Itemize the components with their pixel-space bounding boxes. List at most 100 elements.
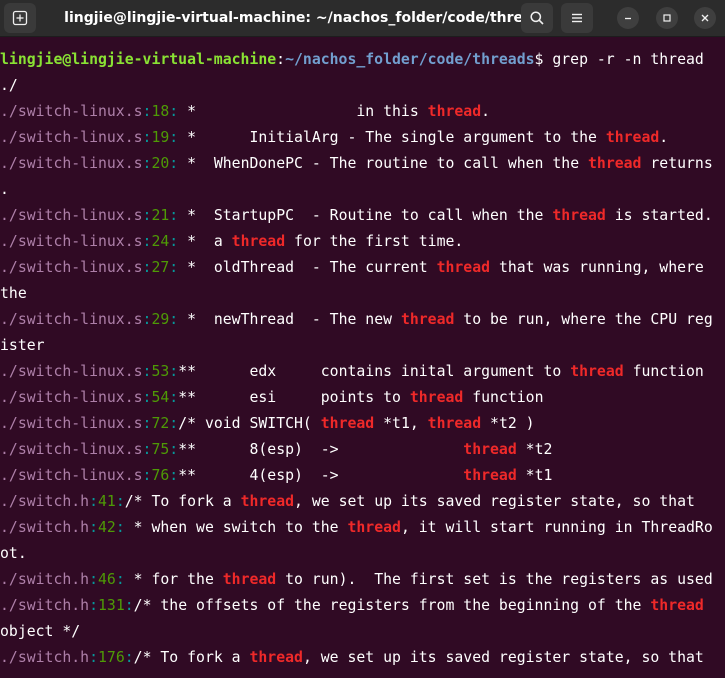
minimize-icon [625, 17, 631, 20]
output-text: *t1, [374, 415, 428, 432]
terminal-output[interactable]: lingjie@lingjie-virtual-machine:~/nachos… [0, 47, 725, 678]
prompt-user: lingjie@lingjie-virtual-machine [0, 51, 277, 68]
output-text: object */ [0, 623, 81, 640]
terminal-line: ot. [0, 541, 725, 567]
output-text: . [659, 129, 669, 146]
line-number: 176 [98, 649, 125, 666]
line-number: 72 [151, 415, 170, 432]
terminal-line: ./switch-linux.s:21: * StartupPC - Routi… [0, 203, 725, 229]
line-number: 54 [151, 389, 170, 406]
output-text: that was running, where [490, 259, 704, 276]
terminal-line: the [0, 281, 725, 307]
match-filename: ./switch-linux.s [0, 129, 143, 146]
separator: : [89, 571, 99, 588]
terminal-window: lingjie@lingjie-virtual-machine: ~/nacho… [0, 0, 725, 678]
line-number: 21 [151, 207, 170, 224]
separator: : [115, 571, 125, 588]
output-text: . [0, 181, 9, 198]
close-button[interactable] [694, 7, 716, 29]
output-text: /* To fork a [133, 649, 250, 666]
match-highlight: thread [463, 441, 517, 458]
match-highlight: thread [409, 389, 464, 406]
separator: : [124, 597, 134, 614]
output-text: , it will start running in ThreadRo [400, 519, 713, 536]
output-text: /* void SWITCH( [178, 415, 321, 432]
output-text: * newThread - The new [178, 311, 401, 328]
output-text: for the first time. [285, 233, 464, 250]
terminal-line: ./switch-linux.s:24: * a thread for the … [0, 229, 725, 255]
output-text: to be run, where the CPU reg [454, 311, 713, 328]
output-text: * when we switch to the [124, 519, 348, 536]
match-filename: ./switch-linux.s [0, 441, 143, 458]
separator: : [169, 129, 179, 146]
output-text: : [276, 51, 286, 68]
search-icon [530, 11, 544, 25]
line-number: 42 [98, 519, 116, 536]
match-filename: ./switch-linux.s [0, 389, 143, 406]
line-number: 46 [98, 571, 116, 588]
output-text: ot. [0, 545, 27, 562]
terminal-line: ./switch-linux.s:20: * WhenDonePC - The … [0, 151, 725, 177]
separator: : [89, 597, 99, 614]
separator: : [169, 311, 179, 328]
terminal-line: ./switch-linux.s:29: * newThread - The n… [0, 307, 725, 333]
terminal-line: ./switch-linux.s:75:** 8(esp) -> thread … [0, 437, 725, 463]
match-highlight: thread [400, 311, 455, 328]
terminal-line: ./switch.h:176:/* To fork a thread, we s… [0, 645, 725, 671]
match-highlight: thread [249, 649, 303, 666]
match-filename: ./switch-linux.s [0, 363, 143, 380]
match-filename: ./switch-linux.s [0, 311, 143, 328]
output-text: *t2 ) [481, 415, 535, 432]
match-filename: ./switch-linux.s [0, 103, 143, 120]
menu-button[interactable] [561, 3, 593, 33]
output-text: returns [641, 155, 713, 172]
output-text: * in this [178, 103, 428, 120]
title-bar[interactable]: lingjie@lingjie-virtual-machine: ~/nacho… [0, 0, 725, 37]
prompt-path: ~/nachos_folder/code/threads [285, 51, 535, 68]
terminal-line: ./switch-linux.s:19: * InitialArg - The … [0, 125, 725, 151]
output-text: is started. [605, 207, 713, 224]
command-prompt-line: lingjie@lingjie-virtual-machine:~/nachos… [0, 47, 725, 73]
output-text: the [0, 285, 27, 302]
match-highlight: thread [231, 233, 286, 250]
match-highlight: thread [436, 259, 491, 276]
terminal-line: ./switch-linux.s:27: * oldThread - The c… [0, 255, 725, 281]
terminal-line: ./switch-linux.s:76:** 4(esp) -> thread … [0, 463, 725, 489]
separator: : [169, 415, 179, 432]
maximize-icon [663, 14, 671, 22]
output-text: to run). The first set is the registers … [276, 571, 713, 588]
hamburger-menu-icon [572, 13, 582, 23]
terminal-line: ister [0, 333, 725, 359]
separator: : [169, 233, 179, 250]
line-number: 27 [151, 259, 170, 276]
separator: : [169, 441, 179, 458]
match-filename: ./switch-linux.s [0, 155, 143, 172]
output-text: . [481, 103, 491, 120]
separator: : [169, 389, 179, 406]
maximize-button[interactable] [656, 7, 678, 29]
separator: : [169, 155, 179, 172]
separator: : [89, 649, 99, 666]
terminal-line: ./switch.h:131:/* the offsets of the reg… [0, 593, 725, 619]
match-highlight: thread [552, 207, 606, 224]
match-filename: ./switch.h [0, 519, 90, 536]
line-number: 18 [151, 103, 170, 120]
minimize-button[interactable] [617, 7, 639, 29]
output-text: * for the [124, 571, 223, 588]
terminal-line: ./switch.h:46: * for the thread to run).… [0, 567, 725, 593]
separator: : [169, 467, 179, 484]
search-button[interactable] [521, 3, 553, 33]
output-text: * StartupPC - Routine to call when the [178, 207, 553, 224]
output-text: * WhenDonePC - The routine to call when … [178, 155, 589, 172]
output-text: *t1 [516, 467, 553, 484]
match-filename: ./switch.h [0, 649, 90, 666]
line-number: 24 [151, 233, 170, 250]
separator: : [169, 259, 179, 276]
match-highlight: thread [347, 519, 401, 536]
match-highlight: thread [222, 571, 277, 588]
terminal-line: ./switch.h:42: * when we switch to the t… [0, 515, 725, 541]
close-icon [701, 14, 709, 22]
match-highlight: thread [605, 129, 660, 146]
separator: : [169, 207, 179, 224]
match-highlight: thread [570, 363, 624, 380]
